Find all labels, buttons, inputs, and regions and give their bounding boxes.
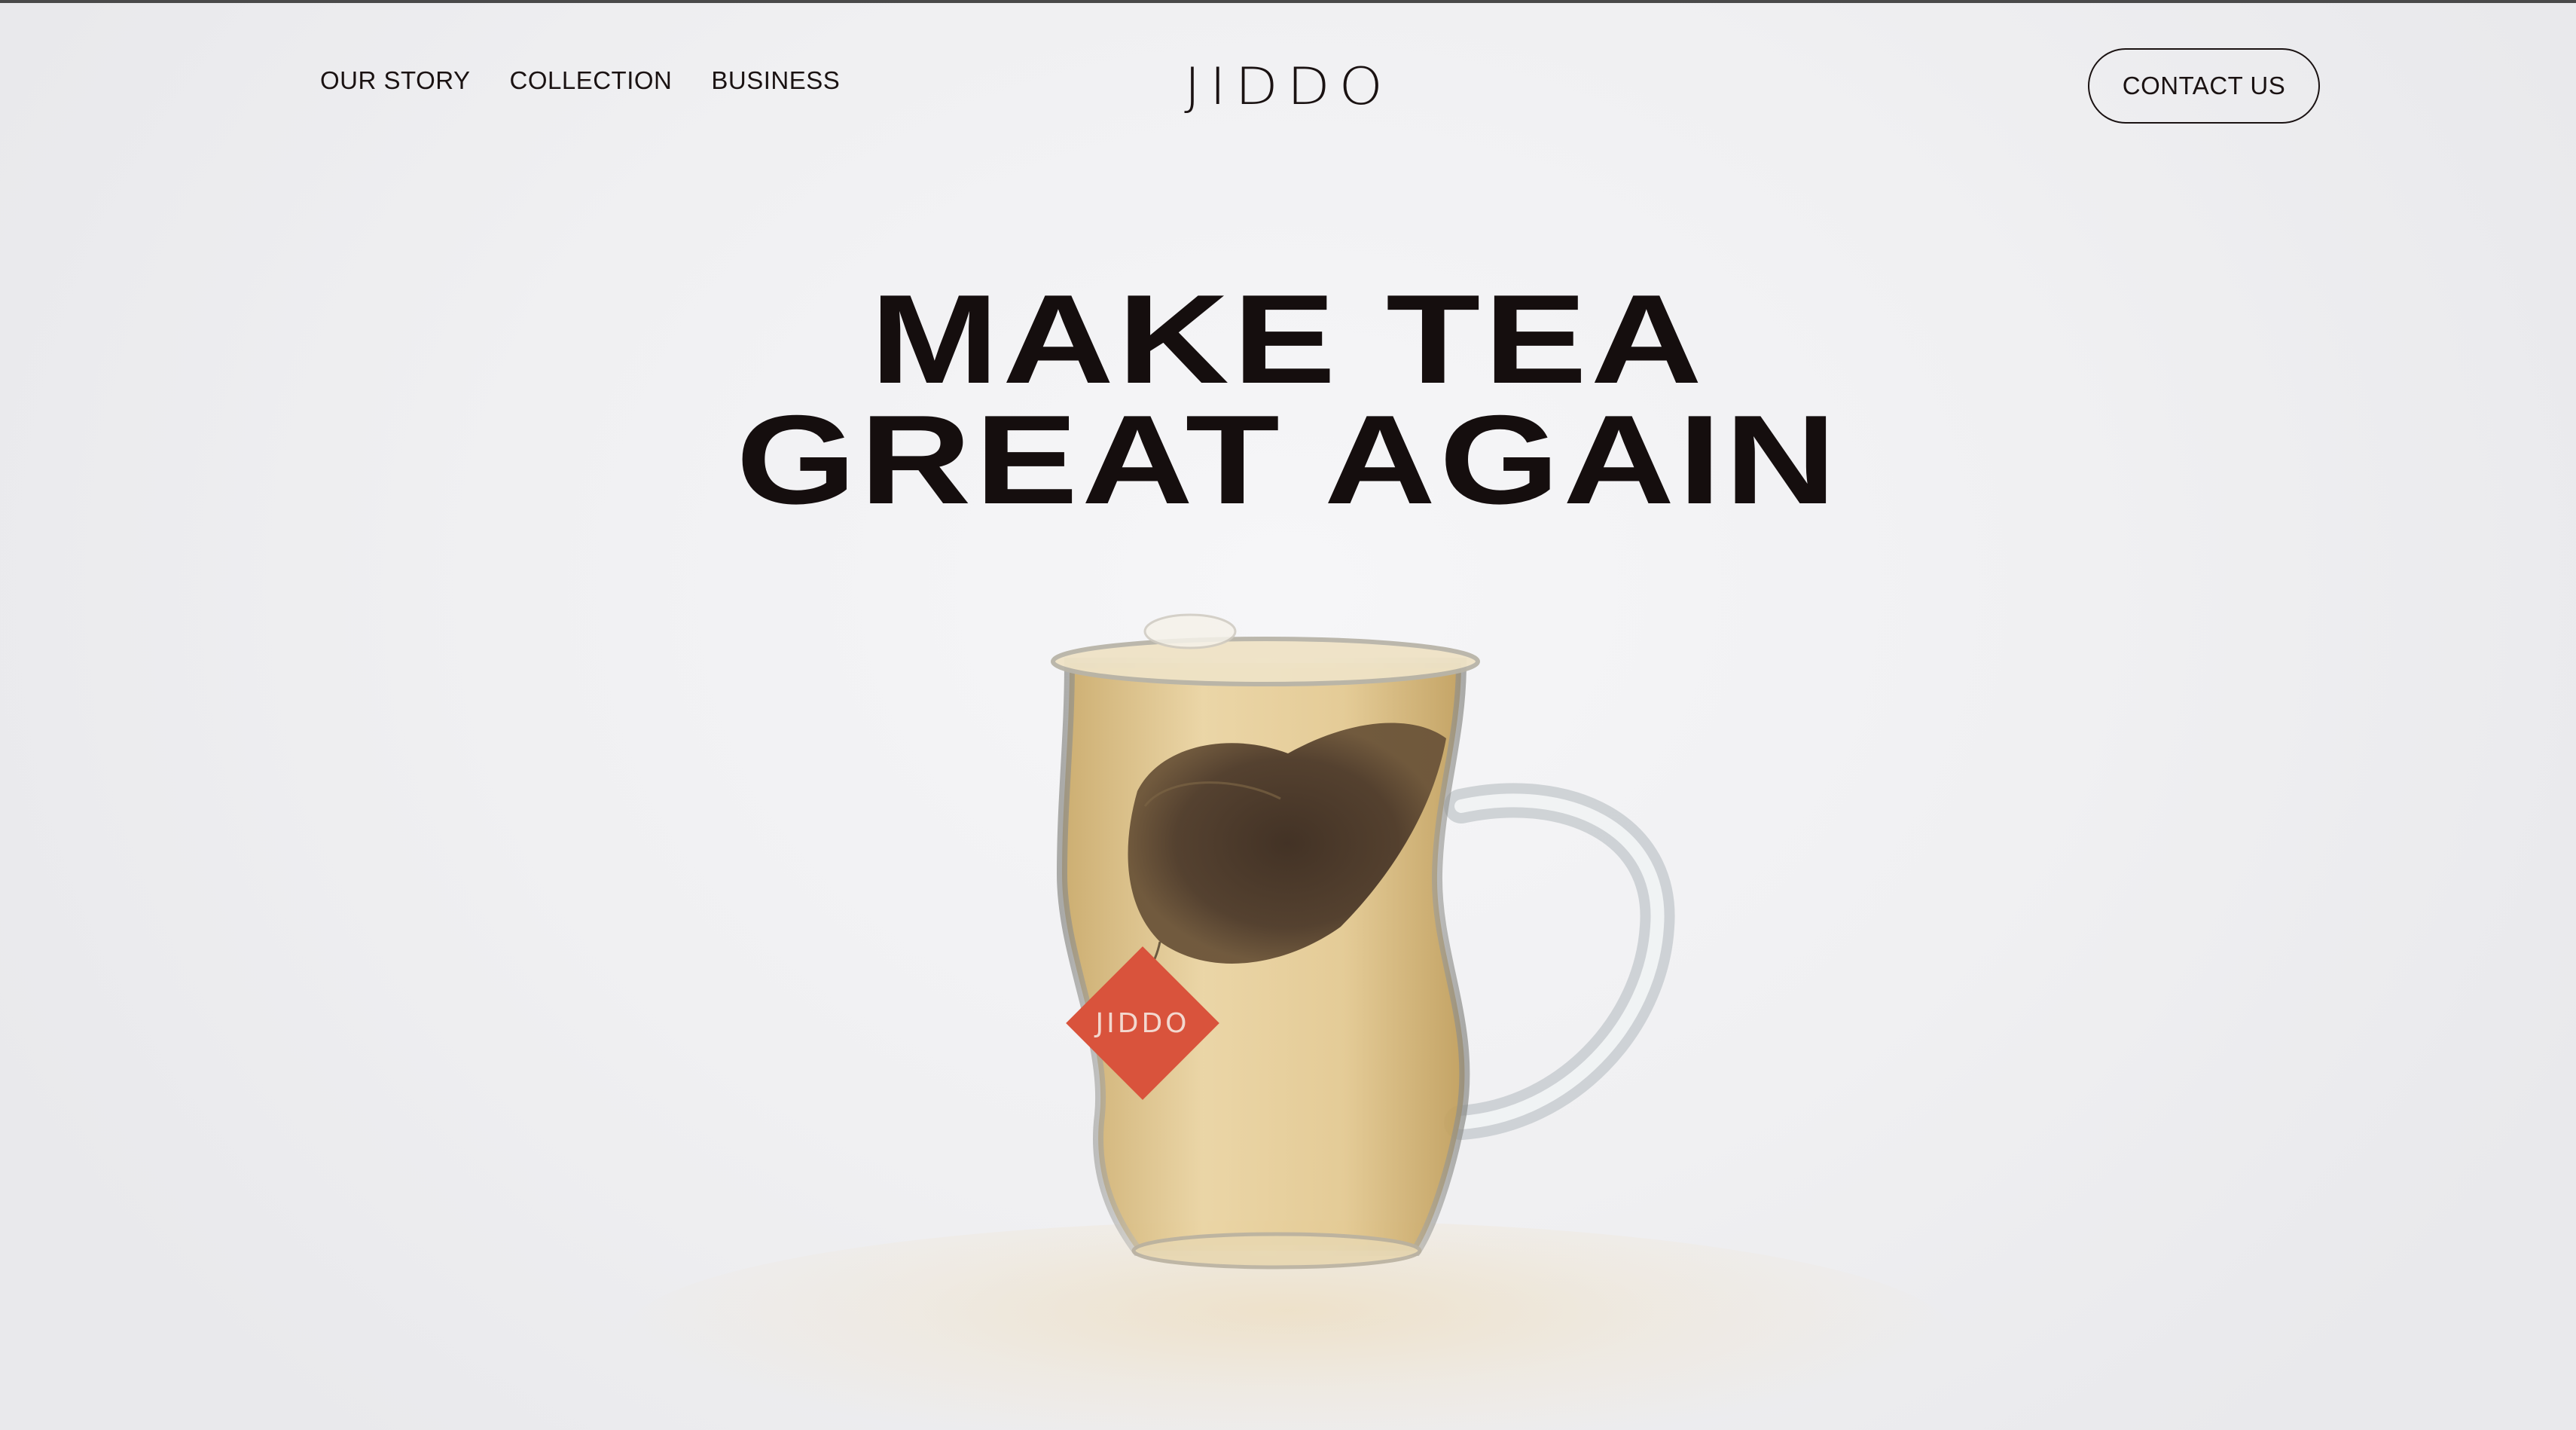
contact-us-button[interactable]: CONTACT US [2088,48,2320,124]
hero-headline-line-1: MAKE TEA [870,268,1706,410]
nav-business[interactable]: BUSINESS [711,66,840,95]
hero-headline: MAKE TEA GREAT AGAIN [0,268,2576,530]
brand-logo[interactable]: JIDDO [1183,57,1393,116]
tea-glass-icon: JIDDO [1051,613,1675,1270]
hero-headline-line-2: GREAT AGAIN [736,389,1840,530]
nav-collection[interactable]: COLLECTION [510,66,673,95]
main-nav: OUR STORY COLLECTION BUSINESS [320,66,840,95]
tea-glass-image: JIDDO [1039,603,1687,1296]
nav-our-story[interactable]: OUR STORY [320,66,471,95]
top-border [0,0,2576,3]
tag-logo-text: JIDDO [1094,1008,1189,1039]
